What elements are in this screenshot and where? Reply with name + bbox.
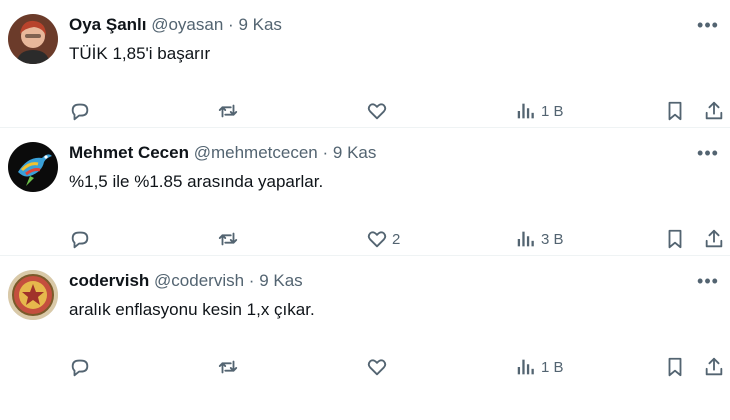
more-icon[interactable]: ••• — [696, 141, 720, 165]
like-button[interactable]: 2 — [366, 226, 400, 252]
avatar[interactable] — [8, 14, 58, 64]
share-icon — [703, 356, 725, 378]
share-button[interactable] — [703, 354, 725, 380]
views-count: 3 B — [541, 230, 564, 248]
views-button[interactable]: 1 B — [515, 98, 564, 124]
reply-icon — [69, 356, 91, 378]
tweet-header: Mehmet Cecen @mehmetcecen · 9 Kas — [69, 142, 376, 164]
author-handle[interactable]: @mehmetcecen — [194, 143, 318, 162]
tweet-header: Oya Şanlı @oyasan · 9 Kas — [69, 14, 282, 36]
tweet-feed: Oya Şanlı @oyasan · 9 Kas ••• TÜİK 1,85'… — [0, 0, 730, 420]
retweet-icon — [217, 356, 239, 378]
retweet-icon — [217, 228, 239, 250]
bookmark-icon — [664, 100, 686, 122]
share-icon — [703, 228, 725, 250]
tweet-actions: 1 B — [0, 98, 730, 124]
like-icon — [366, 356, 388, 378]
reply-icon — [69, 100, 91, 122]
bookmark-icon — [664, 228, 686, 250]
like-count: 2 — [392, 230, 401, 248]
tweet-text: aralık enflasyonu kesin 1,x çıkar. — [69, 300, 315, 319]
retweet-button[interactable] — [217, 354, 243, 380]
author-name[interactable]: Mehmet Cecen — [69, 143, 189, 162]
views-count: 1 B — [541, 358, 564, 376]
retweet-icon — [217, 100, 239, 122]
views-icon — [515, 100, 537, 122]
views-button[interactable]: 3 B — [515, 226, 564, 252]
separator-dot: · — [228, 15, 234, 34]
tweet-date[interactable]: 9 Kas — [333, 143, 376, 162]
like-button[interactable] — [366, 354, 392, 380]
retweet-button[interactable] — [217, 226, 243, 252]
tweet[interactable]: codervish @codervish · 9 Kas ••• aralık … — [0, 256, 730, 384]
author-name[interactable]: codervish — [69, 271, 149, 290]
views-button[interactable]: 1 B — [515, 354, 564, 380]
author-handle[interactable]: @codervish — [154, 271, 244, 290]
like-icon — [366, 228, 388, 250]
avatar[interactable] — [8, 142, 58, 192]
more-icon[interactable]: ••• — [696, 13, 720, 37]
reply-button[interactable] — [69, 226, 95, 252]
views-count: 1 B — [541, 102, 564, 120]
tweet-date[interactable]: 9 Kas — [259, 271, 302, 290]
tweet-text: %1,5 ile %1.85 arasında yaparlar. — [69, 172, 324, 191]
tweet-actions: 2 3 B — [0, 226, 730, 252]
share-button[interactable] — [703, 226, 725, 252]
separator-dot: · — [322, 143, 329, 162]
tweet-actions: 1 B — [0, 354, 730, 380]
tweet-header: codervish @codervish · 9 Kas — [69, 270, 303, 292]
reply-icon — [69, 228, 91, 250]
bookmark-button[interactable] — [664, 226, 686, 252]
author-handle[interactable]: @oyasan — [151, 15, 223, 34]
more-icon[interactable]: ••• — [696, 269, 720, 293]
tweet-text: TÜİK 1,85'i başarır — [69, 44, 211, 63]
separator-dot: · — [248, 271, 255, 290]
views-icon — [515, 228, 537, 250]
reply-button[interactable] — [69, 354, 95, 380]
retweet-button[interactable] — [217, 98, 243, 124]
like-icon — [366, 100, 388, 122]
share-icon — [703, 100, 725, 122]
tweet[interactable]: Oya Şanlı @oyasan · 9 Kas ••• TÜİK 1,85'… — [0, 0, 730, 128]
like-button[interactable] — [366, 98, 392, 124]
author-name[interactable]: Oya Şanlı — [69, 15, 146, 34]
avatar[interactable] — [8, 270, 58, 320]
views-icon — [515, 356, 537, 378]
share-button[interactable] — [703, 98, 725, 124]
tweet[interactable]: Mehmet Cecen @mehmetcecen · 9 Kas ••• %1… — [0, 128, 730, 256]
bookmark-button[interactable] — [664, 354, 686, 380]
tweet-date[interactable]: 9 Kas — [238, 15, 281, 34]
bookmark-button[interactable] — [664, 98, 686, 124]
reply-button[interactable] — [69, 98, 95, 124]
bookmark-icon — [664, 356, 686, 378]
